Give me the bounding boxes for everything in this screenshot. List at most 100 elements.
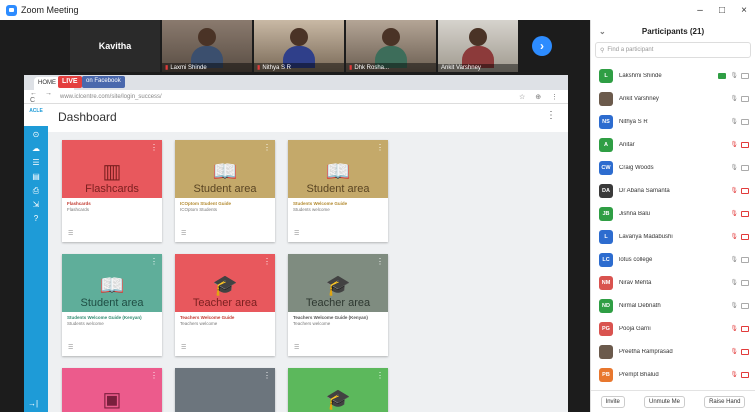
participant-row[interactable]: DA Dr Abana Samanta 🎙 (591, 179, 755, 202)
avatar: DA (599, 183, 613, 198)
sidebar-profile-icon[interactable]: ⊙ (30, 130, 42, 140)
sidebar-print-icon[interactable]: ⎙ (30, 186, 42, 196)
participant-name: Dr Abana Samanta (619, 187, 670, 194)
app-logo[interactable]: ACLE (24, 104, 48, 126)
card-menu-icon[interactable]: ⋮ (263, 143, 271, 152)
maximize-button[interactable]: □ (711, 5, 733, 16)
card-link[interactable]: ICOptom Student Guide (175, 198, 275, 206)
sidebar-help-icon[interactable]: ? (30, 214, 42, 224)
card-footer-icon[interactable]: ☰ (181, 230, 186, 237)
video-off-icon (741, 279, 749, 286)
sidebar-list-icon[interactable]: ▤ (30, 172, 42, 182)
participant-name: Prempt Bhalud (619, 371, 659, 378)
participant-row[interactable]: NS Nithya S R 🎙 (591, 110, 755, 133)
video-off-icon (741, 164, 749, 171)
video-tile[interactable]: ▮ Nithya S R (254, 20, 344, 72)
dashboard-card[interactable]: ⋮ 🎓 Teacher area Teachers Welcome Guide Teac… (175, 254, 275, 356)
dashboard-card[interactable]: ⋮ 📖 Student area Students Welcome Guide Stud… (288, 140, 388, 242)
invite-button[interactable]: Invite (600, 395, 625, 408)
participant-row[interactable]: PB Prempt Bhalud 🎙 (591, 363, 755, 386)
video-off-icon (741, 187, 749, 194)
dashboard-card[interactable]: ⋮ (175, 368, 275, 412)
participant-search[interactable]: ⚲ Find a participant (595, 42, 751, 58)
card-menu-icon[interactable]: ⋮ (150, 143, 158, 152)
card-description: Students welcome (67, 321, 104, 326)
muted-mic-icon: ▮ (257, 65, 261, 71)
card-menu-icon[interactable]: ⋮ (263, 257, 271, 266)
sidebar-dashboard-icon[interactable]: ☁ (30, 144, 42, 154)
sidebar-menu-icon[interactable]: ☰ (30, 158, 42, 168)
video-off-icon (741, 210, 749, 217)
video-tile-name-only[interactable]: Kavitha (70, 20, 160, 72)
video-tile[interactable]: ▮ Dhk Rosha... (346, 20, 436, 72)
participant-row[interactable]: NM Nirav Mehta 🎙 (591, 271, 755, 294)
avatar: PG (599, 321, 613, 336)
card-link[interactable]: Students Welcome Guide (Kenyan) (62, 312, 162, 320)
dashboard-card[interactable]: ⋮ 📖 Student area ICOptom Student Guide ICOpt… (175, 140, 275, 242)
live-badge[interactable]: LIVE (58, 76, 82, 88)
participant-row[interactable]: JB Jishna Balu 🎙 (591, 202, 755, 225)
zoom-title-bar: Zoom Meeting – □ × (0, 0, 755, 20)
participant-row[interactable]: L Lakshmi Shinde 🎙 (591, 64, 755, 87)
card-title: Teacher area (305, 297, 371, 309)
video-tile-label: ▮ Nithya S R (254, 63, 344, 72)
header-menu-icon[interactable]: ⋮ (546, 110, 556, 121)
card-menu-icon[interactable]: ⋮ (150, 371, 158, 380)
card-menu-icon[interactable]: ⋮ (376, 371, 384, 380)
card-link[interactable]: Flashcards (62, 198, 162, 206)
video-off-icon (741, 72, 749, 79)
browser-nav-buttons[interactable]: ← → C (30, 90, 60, 104)
card-footer-icon[interactable]: ☰ (68, 230, 73, 237)
participant-name: Jishna Balu (619, 210, 651, 217)
card-footer-icon[interactable]: ☰ (294, 230, 299, 237)
card-menu-icon[interactable]: ⋮ (263, 371, 271, 380)
card-menu-icon[interactable]: ⋮ (150, 257, 158, 266)
next-page-icon[interactable]: › (532, 36, 552, 56)
card-footer-icon[interactable]: ☰ (68, 344, 73, 351)
card-footer-icon[interactable]: ☰ (294, 344, 299, 351)
minimize-button[interactable]: – (689, 5, 711, 16)
dashboard-card[interactable]: ⋮🎓ICLC 2020 (288, 368, 388, 412)
video-tile[interactable]: Ankit Varshney (438, 20, 518, 72)
mic-muted-icon: 🎙 (730, 372, 738, 378)
search-placeholder: Find a participant (607, 47, 654, 53)
raise-hand-button[interactable]: Raise Hand (704, 395, 746, 408)
browser-tools[interactable]: ☆ ⊕ ⋮ (519, 93, 562, 101)
card-menu-icon[interactable]: ⋮ (376, 257, 384, 266)
card-link[interactable]: Students Welcome Guide (288, 198, 388, 206)
participant-video-icon (191, 28, 223, 68)
sidebar-logout-icon[interactable]: ⇲ (30, 200, 42, 210)
dashboard-card[interactable]: ⋮ 🎓 Teacher area Teachers Welcome Guide (Ke… (288, 254, 388, 356)
dashboard-card[interactable]: ⋮▣Web Lectures (62, 368, 162, 412)
participant-row[interactable]: PG Pooja Garni 🎙 (591, 317, 755, 340)
card-footer-icon[interactable]: ☰ (181, 344, 186, 351)
url-field[interactable]: www.iclcentre.com/site/login_success/ (60, 94, 519, 100)
participant-row[interactable]: A Anitar 🎙 (591, 133, 755, 156)
unmute-me-button[interactable]: Unmute Me (643, 395, 685, 408)
card-menu-icon[interactable]: ⋮ (376, 143, 384, 152)
participants-panel: ⌄ Participants (21) ⚲ Find a participant… (590, 20, 755, 412)
participant-name: Pooja Garni (619, 325, 651, 332)
mic-muted-icon: 🎙 (730, 211, 738, 217)
collapse-icon[interactable]: ⌄ (599, 27, 606, 36)
dashboard-card[interactable]: ⋮ 📖 Student area Students Welcome Guide (Ke… (62, 254, 162, 356)
search-icon: ⚲ (600, 47, 605, 54)
participants-header: ⌄ Participants (21) (591, 20, 755, 42)
participant-row[interactable]: LC lotus college 🎙 (591, 248, 755, 271)
card-illustration-icon: 🎓 (325, 389, 351, 411)
participant-row[interactable]: L Lavanya Madabushi 🎙 (591, 225, 755, 248)
card-link[interactable]: Teachers Welcome Guide (175, 312, 275, 320)
close-button[interactable]: × (733, 5, 755, 16)
video-tile[interactable]: ▮ Laxmi Shinde (162, 20, 252, 72)
card-description: Flashcards (67, 207, 90, 212)
participant-row[interactable]: Preetha Ramprasad 🎙 (591, 340, 755, 363)
card-link[interactable]: Teachers Welcome Guide (Kenyan) (288, 312, 388, 320)
participant-row[interactable]: CW Craig Woods 🎙 (591, 156, 755, 179)
participant-name: Lavanya Madabushi (619, 233, 673, 240)
participant-name: Craig Woods (619, 164, 654, 171)
participant-row[interactable]: Ankit Varshney 🎙 (591, 87, 755, 110)
card-banner: ⋮ 📖 Student area (175, 140, 275, 198)
dashboard-card[interactable]: ⋮ ▥ Flashcards Flashcards Flashcards ☰ (62, 140, 162, 242)
participant-row[interactable]: ND Nirmal Debnath 🎙 (591, 294, 755, 317)
sidebar-expand-icon[interactable]: →| (28, 399, 38, 408)
